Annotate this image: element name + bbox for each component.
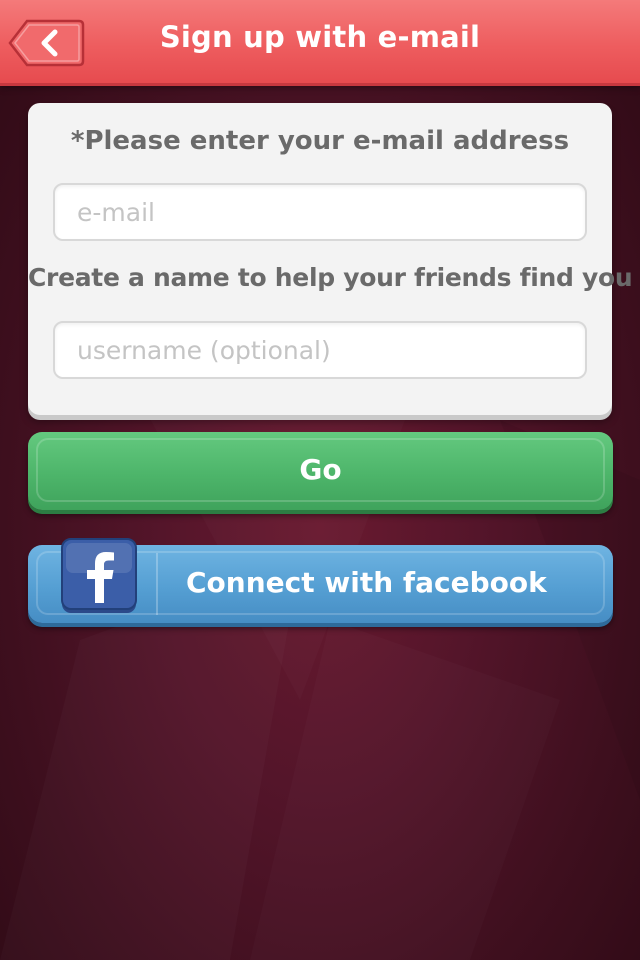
- go-button[interactable]: Go: [28, 432, 613, 510]
- email-field[interactable]: [53, 183, 587, 241]
- connect-facebook-button[interactable]: Connect with facebook: [28, 538, 613, 623]
- username-field[interactable]: [53, 321, 587, 379]
- email-label: *Please enter your e-mail address: [70, 126, 570, 156]
- signup-form-card: *Please enter your e-mail address Create…: [28, 103, 633, 415]
- facebook-button-divider: [156, 553, 158, 615]
- page-title: Sign up with e-mail: [159, 20, 481, 54]
- facebook-logo-icon: [61, 538, 137, 613]
- username-input[interactable]: [77, 323, 567, 377]
- email-input[interactable]: [77, 185, 567, 239]
- go-button-label: Go: [299, 453, 342, 486]
- header-bar: Sign up with e-mail: [0, 0, 640, 86]
- username-label: Create a name to help your friends find …: [28, 263, 633, 292]
- facebook-button-label: Connect with facebook: [186, 566, 547, 599]
